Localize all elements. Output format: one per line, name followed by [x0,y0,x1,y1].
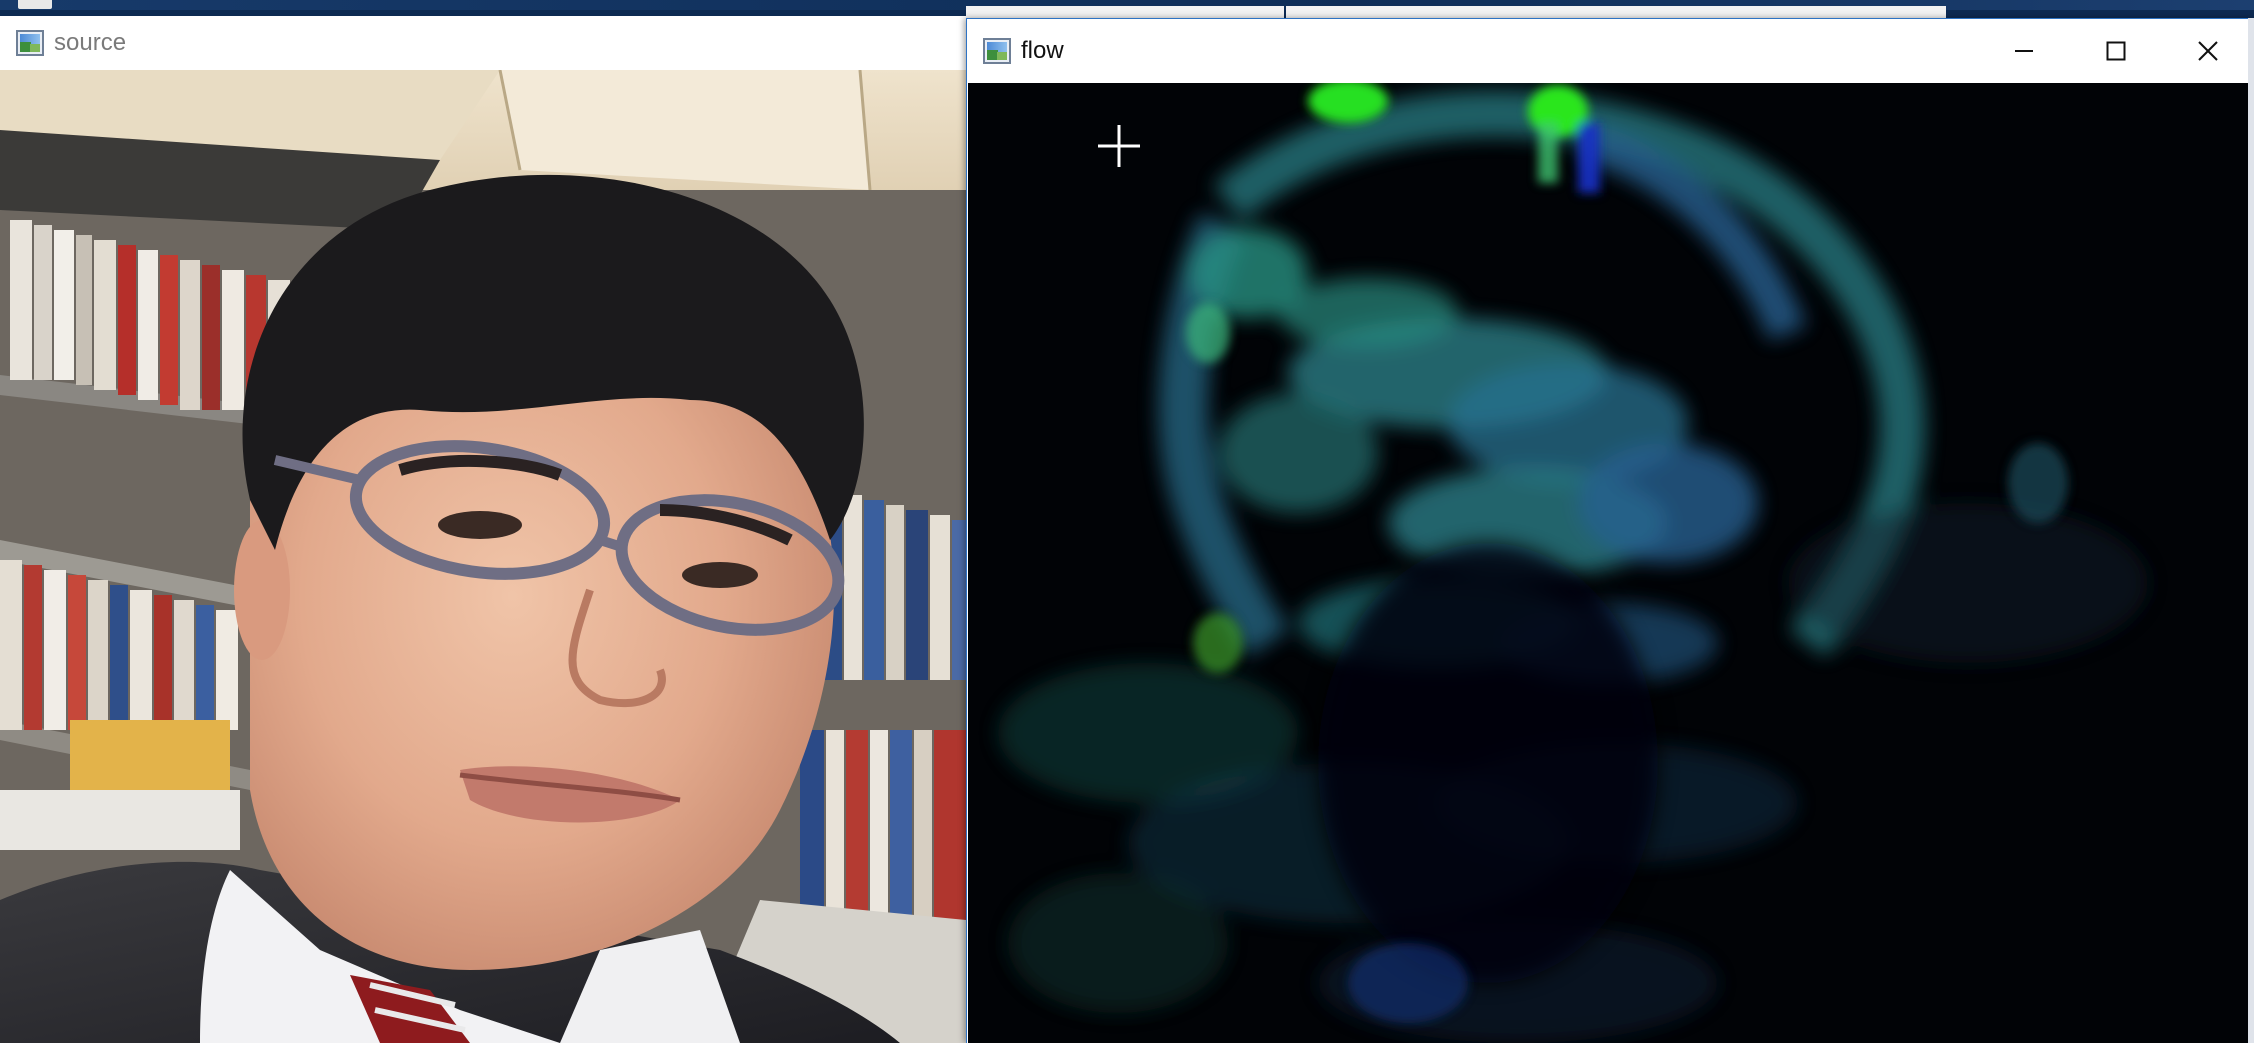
source-window[interactable]: source [0,16,966,1043]
app-icon [16,30,44,56]
desktop-background [0,0,2254,20]
background-window-edge [2248,18,2254,1043]
optical-flow-visualization [998,83,2148,1043]
maximize-button[interactable] [2070,19,2162,83]
source-camera-view [0,70,966,1043]
webcam-frame-image [0,70,966,1043]
flow-window[interactable]: flow [966,18,2254,1043]
source-title-bar[interactable]: source [0,16,966,70]
flow-title-bar[interactable]: flow [967,19,2254,83]
app-icon [983,38,1011,64]
optical-flow-view[interactable] [968,83,2250,1043]
flow-window-title: flow [1021,37,1064,64]
close-icon [2198,41,2218,61]
source-window-title: source [54,29,127,56]
crosshair-cursor-icon [1098,125,1140,167]
close-button[interactable] [2162,19,2254,83]
desktop-window-tab [18,0,52,9]
caption-buttons [1978,19,2254,83]
minimize-button[interactable] [1978,19,2070,83]
minimize-icon [2015,50,2033,52]
maximize-icon [2106,41,2126,61]
